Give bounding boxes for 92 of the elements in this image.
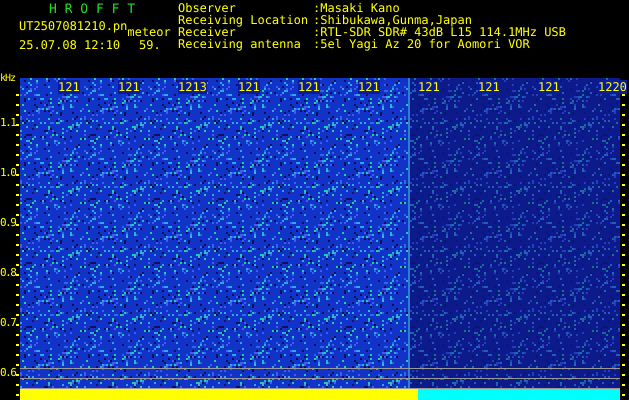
tick-mark <box>622 234 625 236</box>
tick-mark <box>622 294 625 296</box>
tick-mark <box>622 334 625 336</box>
axis-label: 0.6 <box>0 366 16 380</box>
time-label: 121 <box>538 80 560 94</box>
tick-mark <box>622 374 625 376</box>
info-label: Observer <box>178 2 236 14</box>
time-label: 1213 <box>178 80 207 94</box>
tick-mark <box>622 264 625 266</box>
date-time: 25.07.08 12:10 <box>19 38 122 52</box>
axis-label: 1.0 <box>0 166 16 180</box>
tick-mark <box>16 254 19 256</box>
time-label: 121 <box>118 80 140 94</box>
tick-mark <box>622 204 625 206</box>
tick-mark <box>622 124 625 126</box>
tick-mark <box>16 164 19 166</box>
tick-mark <box>16 304 19 306</box>
axis-label: 0.7 <box>0 316 16 330</box>
tick-mark <box>16 324 19 326</box>
info-label: Receiving Location <box>178 14 310 26</box>
tick-mark <box>16 234 19 236</box>
tick-mark <box>622 354 625 356</box>
tick-mark <box>622 114 625 116</box>
tick-mark <box>622 254 625 256</box>
tick-mark <box>622 284 625 286</box>
tick-mark <box>16 184 19 186</box>
tick-mark <box>16 154 19 156</box>
tick-mark <box>16 134 19 136</box>
axis-label: 0.9 <box>0 216 16 230</box>
tick-mark <box>16 264 19 266</box>
tick-mark <box>622 144 625 146</box>
file-name: UT2507081210.pn <box>19 18 128 34</box>
tick-mark <box>622 94 625 96</box>
tick-mark <box>16 384 19 386</box>
tick-mark <box>16 394 19 396</box>
tick-mark <box>16 294 19 296</box>
tick-mark <box>622 364 625 366</box>
info-value: :Masaki Kano <box>313 2 400 14</box>
tick-mark <box>622 394 625 396</box>
info-value: :RTL-SDR SDR# 43dB L15 114.1MHz USB <box>313 26 566 38</box>
tick-mark <box>622 324 625 326</box>
tick-mark <box>622 134 625 136</box>
tick-mark <box>16 194 19 196</box>
tick-mark <box>622 384 625 386</box>
unit-label: kHz <box>0 72 16 86</box>
tick-mark <box>622 174 625 176</box>
tick-mark <box>622 104 625 106</box>
tick-mark <box>16 94 19 96</box>
time-label: 121 <box>418 80 440 94</box>
info-label: Receiving antenna <box>178 38 302 50</box>
tick-mark <box>622 244 625 246</box>
info-value: :5el Yagi Az 20 for Aomori VOR <box>313 38 530 50</box>
tick-mark <box>16 214 19 216</box>
tick-mark <box>16 124 19 126</box>
tick-mark <box>16 334 19 336</box>
tick-mark <box>16 284 19 286</box>
tick-mark <box>16 344 19 346</box>
tick-mark <box>16 144 19 146</box>
info-label: Receiver <box>178 26 236 38</box>
tick-mark <box>622 214 625 216</box>
tick-mark <box>16 224 19 226</box>
tick-mark <box>622 224 625 226</box>
time-label: 121 <box>478 80 500 94</box>
time-label: 121 <box>238 80 260 94</box>
tick-mark <box>622 184 625 186</box>
tick-mark <box>16 244 19 246</box>
time-label: 1220 <box>598 80 627 94</box>
tick-mark <box>16 274 19 276</box>
tick-mark <box>622 304 625 306</box>
tick-mark <box>16 314 19 316</box>
axis-label: 0.8 <box>0 266 16 280</box>
tick-mark <box>16 204 19 206</box>
tick-mark <box>622 344 625 346</box>
detection-label: meteor <box>127 25 171 39</box>
info-value: :Shibukawa,Gunma,Japan <box>313 14 472 26</box>
tick-mark <box>16 374 19 376</box>
time-label: 121 <box>58 80 80 94</box>
tick-mark <box>622 164 625 166</box>
time-label: 121 <box>358 80 380 94</box>
tick-mark <box>622 154 625 156</box>
tick-mark <box>622 274 625 276</box>
tick-mark <box>16 114 19 116</box>
tick-mark <box>16 364 19 366</box>
tick-mark <box>16 174 19 176</box>
axis-label: 1.1 <box>0 116 16 130</box>
count-value: 59. <box>139 38 161 52</box>
time-label: 121 <box>298 80 320 94</box>
tick-mark <box>16 104 19 106</box>
app-title: H R O F F T <box>48 2 136 18</box>
tick-mark <box>622 314 625 316</box>
tick-mark <box>622 194 625 196</box>
tick-mark <box>16 354 19 356</box>
